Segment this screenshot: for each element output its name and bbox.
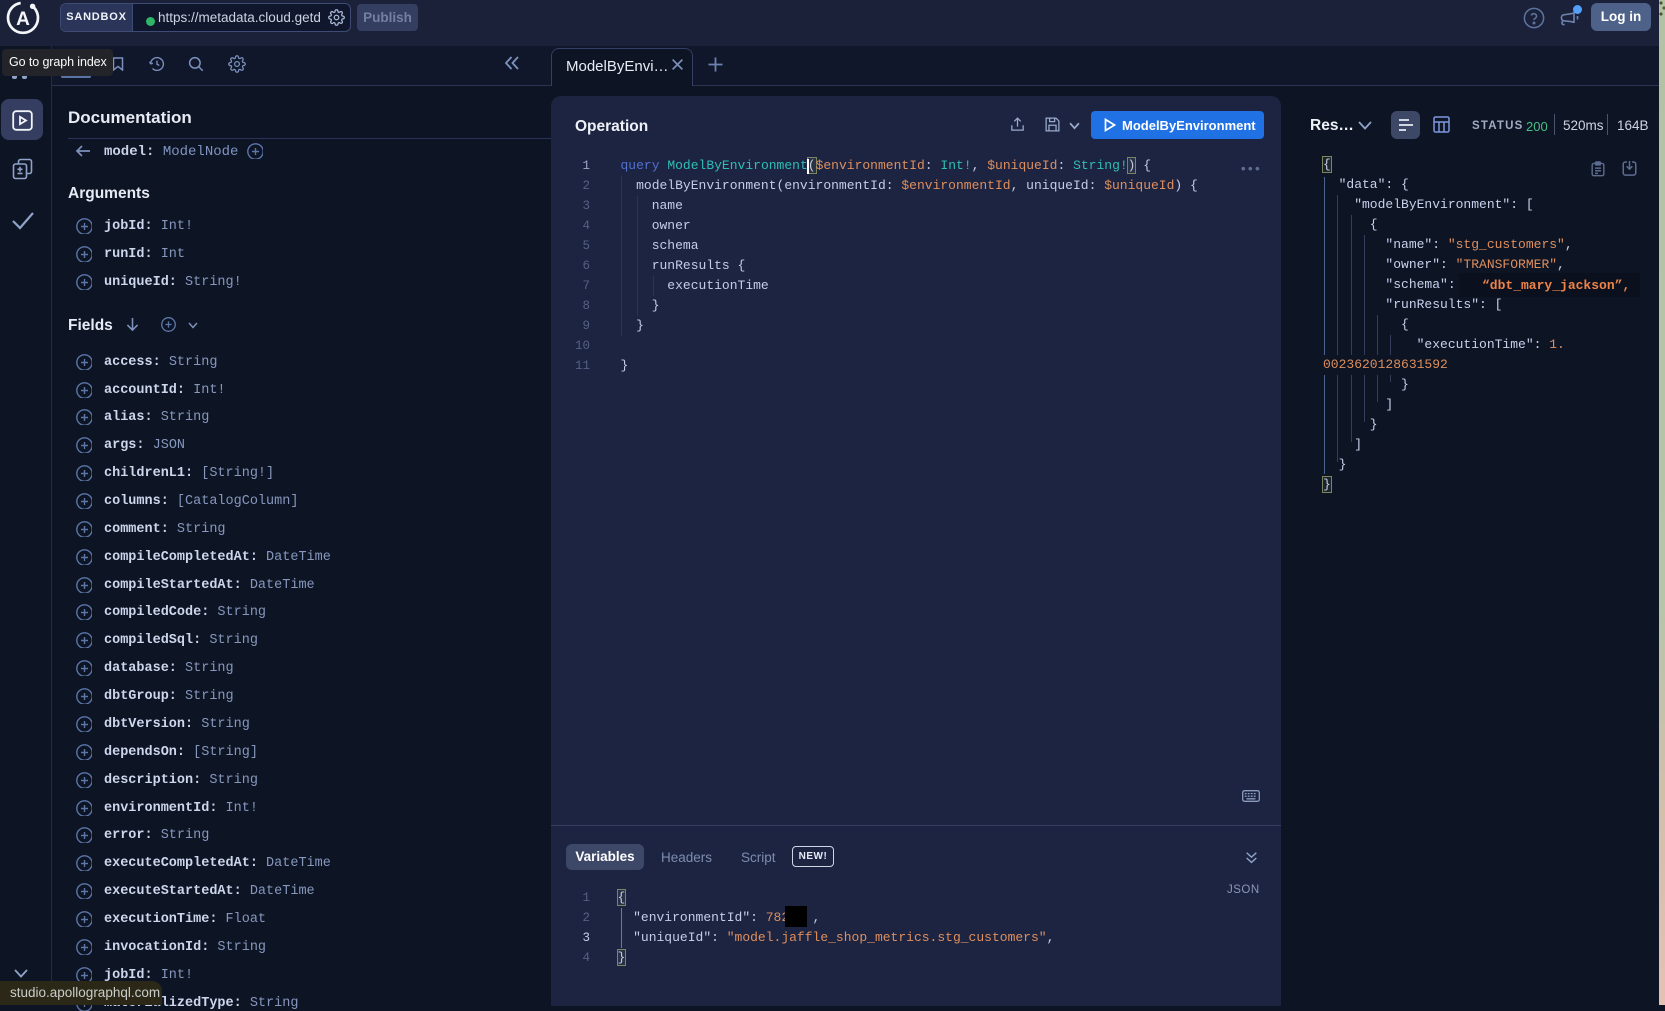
svg-text:A: A xyxy=(16,9,30,30)
